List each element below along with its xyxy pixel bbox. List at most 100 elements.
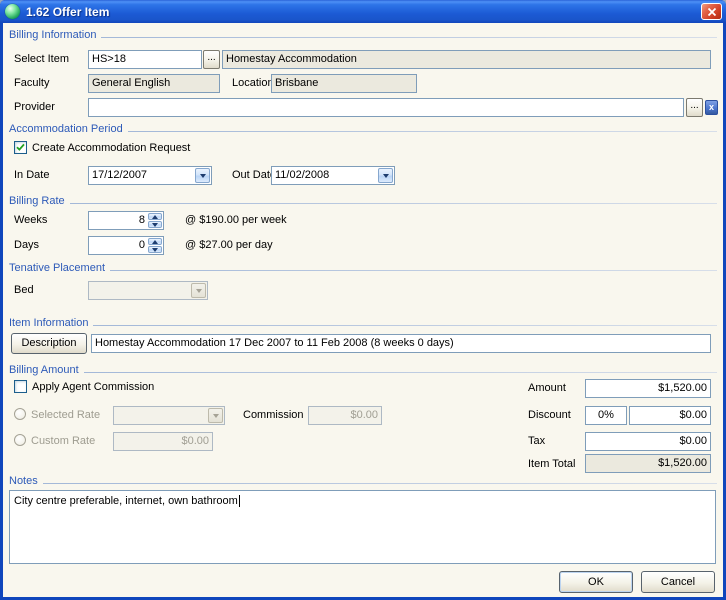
discount-label: Discount	[528, 409, 571, 421]
titlebar: 1.62 Offer Item	[0, 0, 726, 23]
close-button[interactable]	[701, 3, 722, 20]
provider-input[interactable]	[88, 98, 684, 117]
ok-button[interactable]: OK	[559, 571, 633, 593]
bed-combobox	[88, 281, 208, 300]
weeks-spin-buttons	[148, 213, 162, 228]
location-label: Location	[232, 77, 274, 89]
cancel-button[interactable]: Cancel	[641, 571, 715, 593]
select-item-browse-button[interactable]: ...	[203, 50, 220, 69]
out-date-combobox[interactable]: 11/02/2008	[271, 166, 395, 185]
days-spin-buttons	[148, 238, 162, 253]
discount-percent-input[interactable]: 0%	[585, 406, 627, 425]
item-total-field: $1,520.00	[585, 454, 711, 473]
provider-browse-button[interactable]: ...	[686, 98, 703, 117]
amount-label: Amount	[528, 382, 566, 394]
app-icon	[5, 4, 20, 19]
create-accommodation-request-checkbox[interactable]	[14, 141, 27, 154]
section-header-accommodation-period: Accommodation Period	[9, 122, 717, 136]
location-value: Brisbane	[275, 77, 318, 89]
window-title: 1.62 Offer Item	[26, 5, 109, 19]
description-value: Homestay Accommodation 17 Dec 2007 to 11…	[95, 337, 454, 349]
apply-agent-commission-checkbox[interactable]	[14, 380, 27, 393]
section-title: Billing Information	[9, 29, 96, 41]
section-title: Billing Rate	[9, 195, 65, 207]
chevron-down-icon	[191, 283, 206, 298]
tax-input[interactable]: $0.00	[585, 432, 711, 451]
section-divider	[128, 131, 717, 132]
notes-textarea[interactable]: City centre preferable, internet, own ba…	[9, 490, 716, 564]
selected-rate-radio	[14, 408, 26, 420]
commission-value: $0.00	[350, 409, 378, 421]
bed-label: Bed	[14, 284, 34, 296]
text-caret-icon	[239, 495, 240, 507]
tax-label: Tax	[528, 435, 545, 447]
section-divider	[101, 37, 717, 38]
spin-down-icon[interactable]	[148, 221, 162, 228]
section-title: Billing Amount	[9, 364, 79, 376]
in-date-label: In Date	[14, 169, 49, 181]
item-total-label: Item Total	[528, 458, 576, 470]
chevron-down-icon	[208, 408, 223, 423]
section-header-billing-amount: Billing Amount	[9, 363, 717, 377]
weeks-value: 8	[139, 214, 145, 226]
custom-rate-radio	[14, 434, 26, 446]
section-divider	[43, 483, 717, 484]
create-accommodation-request-label: Create Accommodation Request	[32, 142, 190, 154]
days-label: Days	[14, 239, 39, 251]
in-date-combobox[interactable]: 17/12/2007	[88, 166, 212, 185]
section-header-billing-rate: Billing Rate	[9, 194, 717, 208]
spin-up-icon[interactable]	[148, 238, 162, 245]
section-title: Notes	[9, 475, 38, 487]
provider-label: Provider	[14, 101, 55, 113]
amount-input[interactable]: $1,520.00	[585, 379, 711, 398]
section-divider	[93, 325, 717, 326]
days-stepper[interactable]: 0	[88, 236, 164, 255]
select-item-input[interactable]: HS>18	[88, 50, 202, 69]
faculty-field: General English	[88, 74, 220, 93]
custom-rate-value: $0.00	[181, 435, 209, 447]
provider-clear-button[interactable]: x	[705, 100, 718, 115]
discount-amount-value: $0.00	[679, 409, 707, 421]
faculty-value: General English	[92, 77, 170, 89]
days-value: 0	[139, 239, 145, 251]
commission-input: $0.00	[308, 406, 382, 425]
section-divider	[70, 203, 717, 204]
notes-text: City centre preferable, internet, own ba…	[14, 495, 238, 507]
amount-value: $1,520.00	[658, 382, 707, 394]
section-header-tenative-placement: Tenative Placement	[9, 261, 717, 275]
dialog-body: Billing Information Select Item HS>18 ..…	[3, 23, 723, 597]
item-name-field: Homestay Accommodation	[222, 50, 711, 69]
description-button[interactable]: Description	[11, 333, 87, 354]
section-title: Item Information	[9, 317, 88, 329]
section-divider	[84, 372, 717, 373]
out-date-value: 11/02/2008	[275, 169, 329, 181]
weeks-label: Weeks	[14, 214, 47, 226]
discount-amount-input[interactable]: $0.00	[629, 406, 711, 425]
custom-rate-input: $0.00	[113, 432, 213, 451]
chevron-down-icon[interactable]	[378, 168, 393, 183]
out-date-label: Out Date	[232, 169, 276, 181]
faculty-label: Faculty	[14, 77, 49, 89]
checkmark-icon	[16, 143, 25, 152]
chevron-down-icon[interactable]	[195, 168, 210, 183]
selected-rate-label: Selected Rate	[31, 409, 100, 421]
spin-up-icon[interactable]	[148, 213, 162, 220]
description-field[interactable]: Homestay Accommodation 17 Dec 2007 to 11…	[91, 334, 711, 353]
commission-label: Commission	[243, 409, 304, 421]
section-divider	[110, 270, 717, 271]
location-field: Brisbane	[271, 74, 417, 93]
select-item-value: HS>18	[92, 53, 126, 65]
discount-percent-value: 0%	[598, 409, 614, 421]
section-title: Tenative Placement	[9, 262, 105, 274]
section-header-notes: Notes	[9, 474, 717, 488]
close-icon	[707, 7, 717, 17]
section-header-billing-information: Billing Information	[9, 28, 717, 42]
offer-item-dialog: 1.62 Offer Item Billing Information Sele…	[0, 0, 726, 600]
spin-down-icon[interactable]	[148, 246, 162, 253]
weeks-stepper[interactable]: 8	[88, 211, 164, 230]
custom-rate-label: Custom Rate	[31, 435, 95, 447]
apply-agent-commission-label: Apply Agent Commission	[32, 381, 154, 393]
item-name-value: Homestay Accommodation	[226, 53, 357, 65]
tax-value: $0.00	[679, 435, 707, 447]
section-title: Accommodation Period	[9, 123, 123, 135]
